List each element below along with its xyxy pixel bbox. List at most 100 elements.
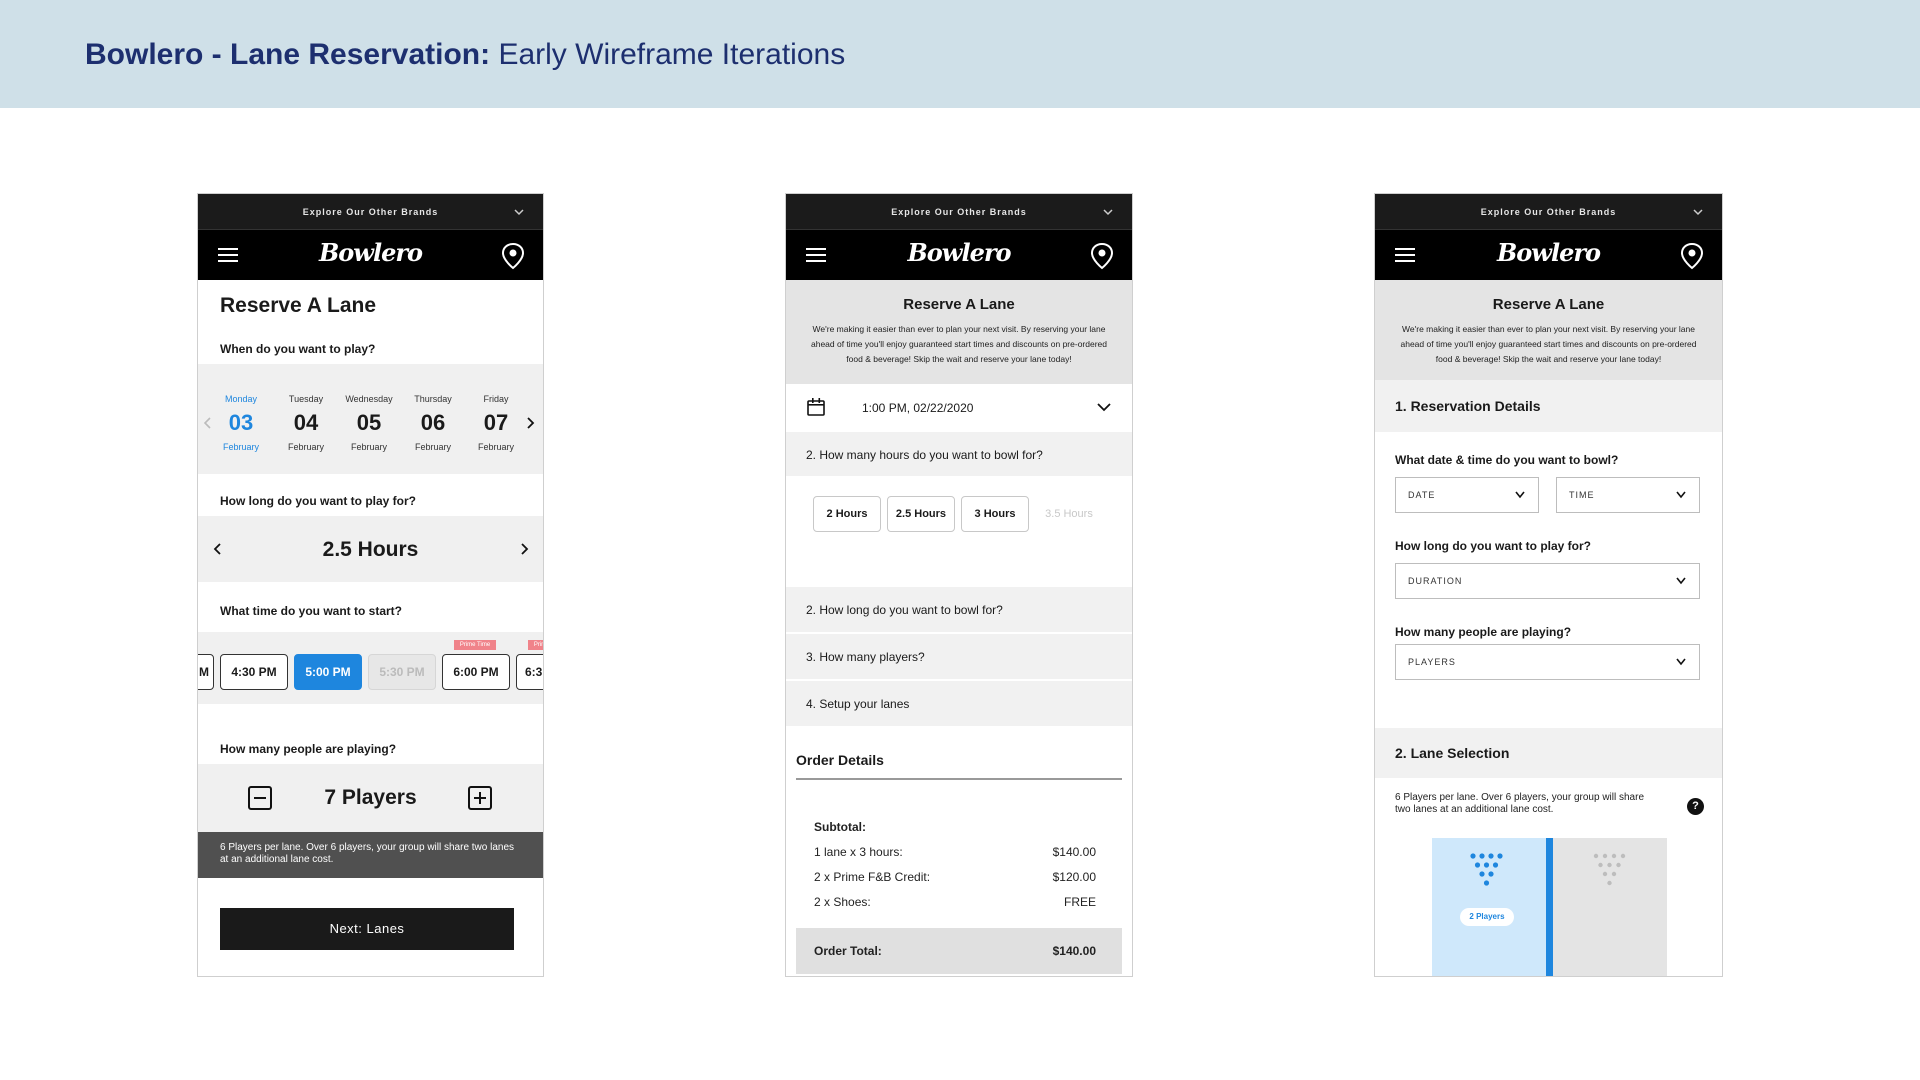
section-header: 1. Reservation Details <box>1375 380 1722 432</box>
header-banner: Bowlero - Lane Reservation: Early Wirefr… <box>0 0 1920 108</box>
hours-option[interactable]: 2.5 Hours <box>887 496 955 532</box>
prime-time-tag: Prime Time <box>454 640 496 650</box>
reserve-title: Reserve A Lane <box>903 296 1015 313</box>
day-thursday[interactable]: Thursday 06 February <box>405 394 461 452</box>
lane-divider <box>1546 838 1553 976</box>
date-placeholder: DATE <box>1408 490 1436 500</box>
bowlero-logo[interactable]: Bowlero <box>319 238 423 267</box>
intro-section: Reserve A Lane We're making it easier th… <box>786 280 1132 384</box>
brands-bar[interactable]: Explore Our Other Brands <box>1375 194 1722 230</box>
hours-options: 2 Hours 2.5 Hours 3 Hours 3.5 Hours <box>786 476 1132 580</box>
menu-icon[interactable] <box>1395 247 1417 263</box>
day-date: 06 <box>420 410 446 435</box>
time-select[interactable]: TIME <box>1556 477 1700 513</box>
chevron-right-icon[interactable] <box>518 542 530 556</box>
day-date: 07 <box>483 410 509 435</box>
day-name: Monday <box>224 394 258 404</box>
lane-selection-title: 2. Lane Selection <box>1395 745 1510 761</box>
brands-label: Explore Our Other Brands <box>302 207 439 217</box>
order-line-label: 2 x Prime F&B Credit: <box>814 870 931 884</box>
day-tuesday[interactable]: Tuesday 04 February <box>278 394 334 452</box>
bowlero-logo[interactable]: Bowlero <box>1497 238 1601 267</box>
day-month: February <box>222 442 259 452</box>
order-total-label: Order Total: <box>814 944 882 958</box>
players-select[interactable]: PLAYERS <box>1395 644 1700 680</box>
duration-label: How long do you want to play for? <box>220 494 416 508</box>
step-row[interactable]: 2. How long do you want to bowl for? <box>786 587 1132 633</box>
duration-label: How long do you want to play for? <box>1395 539 1591 553</box>
hours-option-disabled: 3.5 Hours <box>1035 496 1103 532</box>
section-header: 2. Lane Selection <box>1375 728 1722 778</box>
day-date: 04 <box>293 410 319 435</box>
chevron-down-icon <box>514 209 524 216</box>
order-line-value: FREE <box>1063 895 1096 909</box>
hours-option[interactable]: 3 Hours <box>961 496 1029 532</box>
players-placeholder: PLAYERS <box>1408 657 1456 667</box>
time-slot-selected[interactable]: 5:00 PM <box>294 654 362 690</box>
location-pin-icon[interactable] <box>501 242 525 270</box>
chevron-down-icon <box>1676 658 1686 666</box>
day-month: February <box>414 442 451 452</box>
time-slot[interactable]: M <box>198 654 214 690</box>
next-lanes-button[interactable]: Next: Lanes <box>220 908 514 950</box>
chevron-right-icon[interactable] <box>524 416 536 430</box>
lane-players-badge: 2 Players <box>1460 908 1514 926</box>
chevron-down-icon <box>1103 209 1113 216</box>
time-slot-disabled: 5:30 PM <box>368 654 436 690</box>
help-icon[interactable]: ? <box>1687 798 1704 815</box>
brands-bar[interactable]: Explore Our Other Brands <box>786 194 1132 230</box>
brands-bar[interactable]: Explore Our Other Brands <box>198 194 543 230</box>
day-date: 03 <box>228 410 254 435</box>
lane-note: 6 Players per lane. Over 6 players, your… <box>1395 792 1645 815</box>
location-pin-icon[interactable] <box>1680 242 1704 270</box>
order-line-label: 2 x Shoes: <box>814 895 871 909</box>
hours-question-row: 2. How many hours do you want to bowl fo… <box>786 432 1132 476</box>
day-month: February <box>477 442 514 452</box>
hours-option[interactable]: 2 Hours <box>813 496 881 532</box>
duration-select[interactable]: DURATION <box>1395 563 1700 599</box>
day-month: February <box>350 442 387 452</box>
date-select[interactable]: DATE <box>1395 477 1539 513</box>
day-friday[interactable]: Friday 07 February <box>468 394 524 452</box>
hours-question: 2. How many hours do you want to bowl fo… <box>806 448 1043 462</box>
reserve-title: Reserve A Lane <box>1492 296 1605 313</box>
step-row[interactable]: 4. Setup your lanes <box>786 681 1132 727</box>
day-month: February <box>287 442 324 452</box>
menu-icon[interactable] <box>806 247 828 263</box>
duration-value: 2.5 Hours <box>322 538 419 561</box>
chevron-down-icon <box>1693 209 1703 216</box>
order-line-value: $140.00 <box>1052 845 1096 859</box>
brands-label: Explore Our Other Brands <box>891 207 1027 217</box>
datetime-label: What date & time do you want to bowl? <box>1395 453 1619 467</box>
datetime-selector[interactable]: 1:00 PM, 02/22/2020 <box>786 384 1132 432</box>
order-details-title: Order Details <box>796 752 884 768</box>
time-slot[interactable]: 6:3 <box>516 654 543 690</box>
time-slot[interactable]: 6:00 PM <box>442 654 510 690</box>
reservation-details-title: 1. Reservation Details <box>1395 398 1541 414</box>
chevron-down-icon <box>1676 577 1686 585</box>
day-wednesday[interactable]: Wednesday 05 February <box>341 394 397 452</box>
lane-selected[interactable]: 2 Players <box>1432 838 1546 976</box>
duration-placeholder: DURATION <box>1408 576 1463 586</box>
intro-text: We're making it easier than ever to plan… <box>1400 324 1697 364</box>
players-stepper: 7 Players <box>198 764 543 832</box>
time-slot[interactable]: 4:30 PM <box>220 654 288 690</box>
day-monday[interactable]: Monday 03 February <box>213 394 269 452</box>
step-row[interactable]: 3. How many players? <box>786 634 1132 680</box>
day-date: 05 <box>356 410 382 435</box>
lane-available[interactable] <box>1553 838 1667 976</box>
location-pin-icon[interactable] <box>1090 242 1114 270</box>
reserve-title: Reserve A Lane <box>220 294 377 317</box>
duration-stepper: 2.5 Hours <box>198 516 543 582</box>
wireframe-2: Explore Our Other Brands Bowlero Reserve… <box>785 193 1133 977</box>
prime-time-tag: Prime Time <box>528 640 543 650</box>
subtotal-label: Subtotal: <box>814 820 866 834</box>
bowling-pins-icon <box>1593 853 1626 886</box>
bowlero-logo[interactable]: Bowlero <box>908 238 1012 267</box>
divider <box>796 778 1122 780</box>
day-name: Friday <box>483 394 509 404</box>
day-name: Thursday <box>414 394 452 404</box>
intro-text: We're making it easier than ever to plan… <box>811 324 1107 364</box>
menu-icon[interactable] <box>218 247 240 263</box>
plus-icon[interactable] <box>468 786 492 810</box>
